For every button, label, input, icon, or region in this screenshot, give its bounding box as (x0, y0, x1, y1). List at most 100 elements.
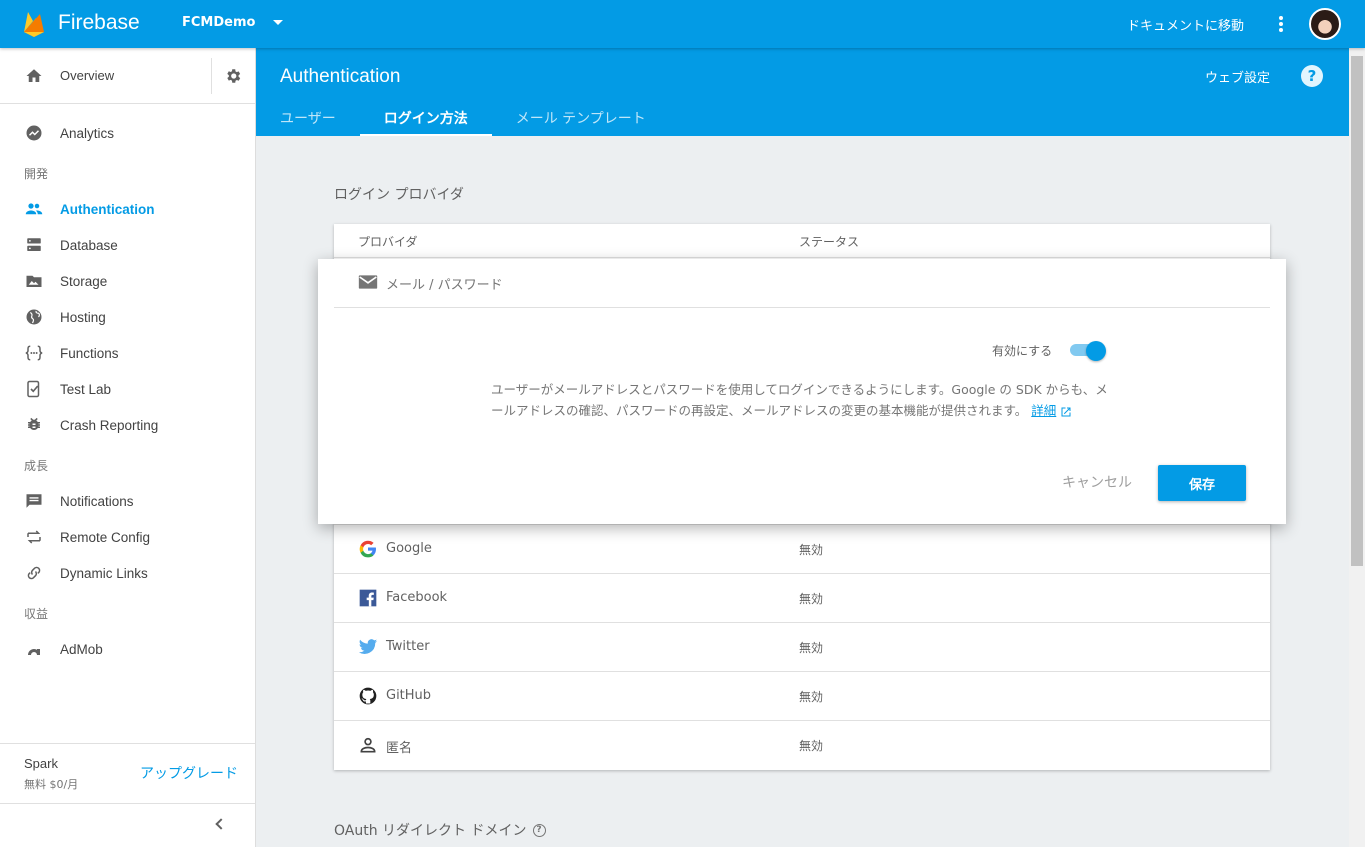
sidebar-item-label: Authentication (60, 201, 155, 217)
provider-status: 無効 (799, 690, 824, 704)
cancel-button[interactable]: キャンセル (1062, 472, 1132, 492)
top-app-bar: Firebase FCMDemo ドキュメントに移動 (0, 0, 1365, 48)
brand-name[interactable]: Firebase (58, 11, 140, 35)
person-outline-icon (360, 737, 376, 753)
sidebar: Overview Analytics 開発 Authentication Dat… (0, 48, 256, 847)
google-icon (359, 540, 376, 558)
email-password-panel: メール / パスワード 有効にする ユーザーがメールアドレスとパスワードを使用し… (318, 259, 1286, 524)
sidebar-item-label: Functions (60, 345, 119, 361)
sidebar-item-label: Test Lab (60, 381, 112, 397)
section-title-providers: ログイン プロバイダ (334, 187, 464, 203)
collapse-sidebar-button[interactable] (0, 803, 255, 847)
functions-icon (25, 345, 43, 361)
sidebar-item-label: Overview (60, 68, 115, 83)
plan-name: Spark (24, 756, 58, 771)
avatar[interactable] (1309, 8, 1341, 40)
table-header: プロバイダ ステータス (334, 224, 1270, 258)
open-in-new-icon[interactable] (1060, 406, 1072, 418)
sidebar-item-database[interactable]: Database (0, 227, 255, 263)
panel-header[interactable]: メール / パスワード (334, 259, 1270, 308)
description-text: ユーザーがメールアドレスとパスワードを使用してログインできるようにします。Goo… (491, 382, 1108, 418)
analytics-icon (26, 125, 42, 141)
table-row-facebook[interactable]: Facebook 無効 (334, 573, 1270, 622)
provider-status: 無効 (799, 641, 824, 655)
firebase-logo-icon[interactable] (22, 10, 46, 38)
table-row-google[interactable]: Google 無効 (334, 524, 1270, 573)
section-heading-grow: 成長 (24, 459, 49, 473)
provider-name: Facebook (386, 590, 448, 605)
scrollbar[interactable] (1349, 48, 1365, 847)
provider-status: 無効 (799, 739, 824, 753)
divider (211, 58, 212, 94)
sidebar-item-label: Database (60, 237, 118, 253)
sidebar-item-label: Storage (60, 273, 108, 289)
oauth-title-text: OAuth リダイレクト ドメイン (334, 823, 527, 839)
provider-name: 匿名 (386, 741, 413, 756)
sidebar-item-storage[interactable]: Storage (0, 263, 255, 299)
help-icon[interactable]: ? (532, 823, 546, 837)
sidebar-item-test-lab[interactable]: Test Lab (0, 371, 255, 407)
section-title-oauth: OAuth リダイレクト ドメイン ? (334, 820, 546, 840)
provider-description: ユーザーがメールアドレスとパスワードを使用してログインできるようにします。Goo… (491, 379, 1113, 421)
more-vert-icon[interactable] (1272, 14, 1290, 34)
column-header-status: ステータス (799, 235, 860, 249)
sidebar-item-analytics[interactable]: Analytics (0, 115, 255, 151)
gear-icon[interactable] (224, 67, 242, 85)
chevron-down-icon (273, 20, 284, 25)
admob-icon (28, 649, 40, 655)
twitter-icon (358, 639, 378, 654)
chevron-left-icon (215, 818, 227, 830)
enable-toggle[interactable] (1070, 341, 1106, 361)
page-title: Authentication (280, 66, 401, 87)
provider-name: Twitter (386, 639, 430, 654)
learn-more-link[interactable]: 詳細 (1031, 403, 1056, 418)
tab-users[interactable]: ユーザー (256, 100, 360, 136)
sidebar-item-authentication[interactable]: Authentication (0, 191, 255, 227)
email-icon (358, 275, 378, 289)
table-row-anonymous[interactable]: 匿名 無効 (334, 720, 1270, 769)
sidebar-item-notifications[interactable]: Notifications (0, 483, 255, 519)
message-icon (26, 494, 42, 508)
sidebar-item-functions[interactable]: Functions (0, 335, 255, 371)
docs-link[interactable]: ドキュメントに移動 (1127, 15, 1244, 34)
sidebar-item-label: Analytics (60, 125, 115, 141)
tab-bar: ユーザー ログイン方法 メール テンプレート (256, 100, 670, 136)
sidebar-item-label: Hosting (60, 309, 106, 325)
toggle-knob (1086, 341, 1106, 361)
enable-toggle-label: 有効にする (992, 344, 1053, 358)
facebook-icon (359, 589, 377, 607)
globe-icon (26, 309, 42, 325)
project-name: FCMDemo (182, 15, 256, 30)
sidebar-item-overview[interactable]: Overview (0, 48, 255, 104)
sidebar-item-crash-reporting[interactable]: Crash Reporting (0, 407, 255, 443)
help-icon[interactable]: ? (1301, 65, 1323, 87)
tab-email-templates[interactable]: メール テンプレート (492, 100, 670, 136)
people-icon (25, 203, 43, 215)
tab-sign-in-method[interactable]: ログイン方法 (359, 100, 492, 136)
column-header-provider: プロバイダ (358, 235, 418, 249)
web-setup-button[interactable]: ウェブ設定 (1205, 67, 1270, 86)
save-button[interactable]: 保存 (1158, 465, 1246, 501)
upgrade-link[interactable]: アップグレード (140, 763, 238, 783)
provider-name: Google (386, 541, 432, 556)
sidebar-item-label: AdMob (60, 641, 103, 657)
sidebar-item-label: Remote Config (60, 529, 151, 545)
sidebar-item-label: Dynamic Links (60, 565, 148, 581)
database-icon (27, 238, 41, 251)
sidebar-item-admob[interactable]: AdMob (0, 631, 255, 667)
table-row-github[interactable]: GitHub 無効 (334, 671, 1270, 720)
provider-name: GitHub (386, 688, 432, 703)
remote-config-icon (27, 530, 41, 544)
provider-status: 無効 (799, 592, 824, 606)
section-heading-earn: 収益 (24, 607, 49, 621)
sidebar-item-hosting[interactable]: Hosting (0, 299, 255, 335)
provider-status: 無効 (799, 543, 824, 557)
sidebar-item-label: Crash Reporting (60, 417, 159, 433)
sidebar-item-dynamic-links[interactable]: Dynamic Links (0, 555, 255, 591)
table-row-twitter[interactable]: Twitter 無効 (334, 622, 1270, 671)
project-selector[interactable]: FCMDemo (182, 15, 284, 30)
plan-info: Spark 無料 $0/月 アップグレード (0, 743, 255, 803)
scrollbar-thumb[interactable] (1351, 56, 1363, 566)
sidebar-item-label: Notifications (60, 493, 134, 509)
sidebar-item-remote-config[interactable]: Remote Config (0, 519, 255, 555)
